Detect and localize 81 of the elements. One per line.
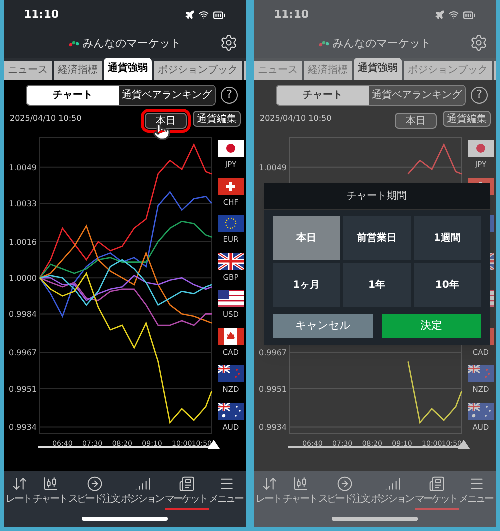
flag-icon xyxy=(218,402,244,420)
nav-item[interactable]: マーケット xyxy=(165,476,209,510)
airplane-icon xyxy=(185,10,195,20)
nav-item[interactable]: メニュー xyxy=(459,476,494,510)
y-axis-label: 0.9984 xyxy=(9,310,37,320)
tab[interactable]: 通貨強弱 xyxy=(354,58,402,80)
nav-item[interactable]: レート xyxy=(6,476,33,510)
newspaper-icon xyxy=(429,476,445,492)
nav-item[interactable]: メニュー xyxy=(209,476,244,510)
nav-item[interactable]: チャート xyxy=(283,476,318,510)
period-button[interactable]: 本日 xyxy=(395,113,437,129)
y-axis-label: 1.0033 xyxy=(9,200,37,209)
view-toggle[interactable]: チャート xyxy=(277,86,369,105)
up-down-arrows-icon xyxy=(12,476,28,492)
help-button[interactable]: ? xyxy=(221,87,238,104)
flag-icon xyxy=(468,140,494,157)
y-axis-label: 0.9934 xyxy=(259,423,287,432)
flag-icon xyxy=(218,328,244,344)
logo-icon xyxy=(318,41,328,47)
nav-item[interactable]: スピード注文 xyxy=(318,476,371,510)
battery-icon xyxy=(463,8,476,22)
battery-icon xyxy=(213,8,226,22)
flag-icon xyxy=(218,215,244,232)
dialog-title: チャート期間 xyxy=(347,190,407,204)
flag-icon xyxy=(218,140,244,157)
settings-icon[interactable] xyxy=(220,34,238,52)
help-button[interactable]: ? xyxy=(471,87,488,104)
status-time: 11:10 xyxy=(24,6,60,23)
app-title: みんなのマーケット xyxy=(82,36,182,52)
confirm-button[interactable]: 決定 xyxy=(382,314,481,338)
y-axis-label: 0.9934 xyxy=(9,423,37,432)
flag-icon xyxy=(218,178,244,194)
tab[interactable]: ニュース xyxy=(4,61,52,80)
flag-icon xyxy=(218,365,244,382)
tab[interactable]: 経済指標 xyxy=(54,61,102,80)
view-toggle[interactable]: 通貨ペアランキング xyxy=(369,86,465,105)
wifi-icon xyxy=(199,10,209,20)
y-axis-label: 1.0000 xyxy=(9,274,37,284)
edit-currency-button[interactable]: 通貨編集 xyxy=(193,111,241,127)
period-option[interactable]: 10年 xyxy=(414,263,481,307)
period-option[interactable]: 前営業日 xyxy=(343,216,411,260)
flag-icon xyxy=(218,290,244,307)
y-axis-label: 1.0049 xyxy=(9,163,37,172)
timestamp: 2025/04/10 10:50 xyxy=(260,113,332,125)
menu-icon xyxy=(218,476,235,492)
airplane-icon xyxy=(435,10,445,20)
edit-currency-button[interactable]: 通貨編集 xyxy=(443,111,491,127)
nav-item[interactable]: ポジション xyxy=(121,476,165,510)
y-axis-label: 0.9951 xyxy=(9,384,37,394)
newspaper-icon xyxy=(179,476,195,492)
period-option[interactable]: 1ヶ月 xyxy=(273,263,340,307)
nav-item[interactable]: ポジション xyxy=(371,476,415,510)
status-time: 11:10 xyxy=(274,6,310,23)
menu-icon xyxy=(468,476,485,492)
up-down-arrows-icon xyxy=(262,476,278,492)
candlestick-icon xyxy=(42,476,59,492)
tab[interactable]: 通貨強弱 xyxy=(104,58,152,80)
view-toggle[interactable]: 通貨ペアランキング xyxy=(119,86,215,105)
nav-item[interactable]: マーケット xyxy=(415,476,459,510)
flag-icon xyxy=(468,365,494,382)
tab[interactable]: ポジションブック xyxy=(154,61,242,80)
nav-item[interactable]: チャート xyxy=(33,476,68,510)
y-axis-label: 0.9967 xyxy=(259,348,287,358)
logo-icon xyxy=(68,41,78,47)
wifi-icon xyxy=(449,10,459,20)
cancel-button[interactable]: キャンセル xyxy=(273,314,372,338)
y-axis-label: 0.9951 xyxy=(259,384,287,394)
candlestick-icon xyxy=(292,476,309,492)
app-title: みんなのマーケット xyxy=(332,36,432,52)
flag-icon xyxy=(218,252,244,270)
y-axis-label: 0.9967 xyxy=(9,348,37,358)
nav-item[interactable]: スピード注文 xyxy=(68,476,121,510)
y-axis-label: 1.0049 xyxy=(259,163,287,172)
period-option[interactable]: 1週間 xyxy=(414,216,481,260)
timestamp: 2025/04/10 10:50 xyxy=(10,113,82,125)
period-option[interactable]: 本日 xyxy=(273,216,340,260)
nav-item[interactable]: レート xyxy=(256,476,283,510)
flag-icon xyxy=(468,402,494,420)
period-option[interactable]: 1年 xyxy=(343,263,411,307)
view-toggle[interactable]: チャート xyxy=(27,86,119,105)
y-axis-label: 1.0016 xyxy=(9,238,37,247)
